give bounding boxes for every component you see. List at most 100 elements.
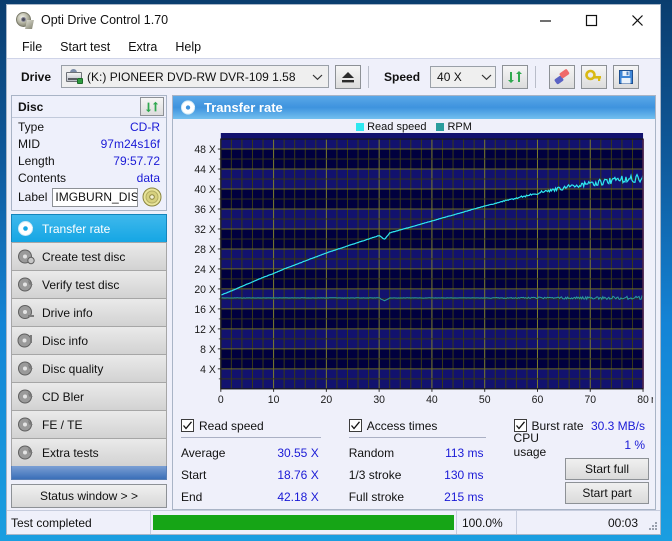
legend-label: RPM [447, 120, 472, 133]
disc-test-icon [17, 220, 37, 238]
menu-item-extra[interactable]: Extra [119, 38, 166, 56]
sidebar-item-disc-quality[interactable]: Disc quality [11, 354, 167, 382]
sidebar-item-label: Drive info [42, 305, 93, 320]
sidebar-item-label: FE / TE [42, 417, 83, 432]
sidebar-item-label: Disc quality [42, 361, 104, 376]
stat-row-third-stroke: 1/3 stroke 130 ms [349, 464, 514, 486]
disc-row-contents: Contents data [12, 169, 166, 186]
disc-row-key: MID [18, 136, 40, 151]
speed-select-value: 40 X [437, 69, 462, 84]
divider [348, 437, 486, 438]
drive-select-value: (K:) PIONEER DVD-RW DVR-109 1.58 [87, 69, 296, 84]
disc-row-key: Contents [18, 170, 67, 185]
read-speed-checkbox-row[interactable]: Read speed [181, 417, 349, 434]
toolbar: Drive (K:) PIONEER DVD-RW DVR-109 1.58 S… [7, 58, 660, 94]
stat-row-average: Average 30.55 X [181, 442, 349, 464]
start-part-button[interactable]: Start part [565, 482, 650, 504]
y-tick-label: 36 X [194, 204, 215, 216]
stat-value: 1 % [624, 438, 646, 452]
stats-panel: Read speed Average 30.55 X Start 18.76 X… [173, 413, 655, 509]
y-tick-label: 20 X [194, 284, 215, 296]
stat-value: 215 ms [444, 490, 484, 504]
key-button[interactable] [581, 64, 608, 89]
start-full-button[interactable]: Start full [565, 458, 650, 480]
disc-refresh-button[interactable] [140, 97, 164, 116]
refresh-button[interactable] [502, 64, 529, 89]
disc-label-input[interactable]: IMGBURN_DIS [52, 187, 138, 207]
divider [181, 437, 321, 438]
status-window-button[interactable]: Status window > > [11, 484, 167, 508]
drive-select[interactable]: (K:) PIONEER DVD-RW DVR-109 1.58 [61, 65, 330, 88]
stat-key: Random [348, 446, 395, 460]
resize-grip-icon[interactable] [646, 511, 660, 534]
disc-row-value: data [136, 170, 160, 185]
speed-select[interactable]: 40 X [430, 65, 497, 88]
menu-item-help[interactable]: Help [166, 38, 210, 56]
drive-icon [66, 69, 84, 84]
sidebar-item-drive-info[interactable]: Drive info [11, 298, 167, 326]
speed-label: Speed [384, 69, 421, 84]
erase-button[interactable] [549, 64, 576, 89]
disc-test-icon [17, 444, 37, 462]
chevron-down-icon [309, 73, 326, 81]
y-tick-label: 8 X [200, 344, 216, 356]
sidebar-item-create-test-disc[interactable]: Create test disc [11, 242, 167, 270]
navigation-list: Transfer rate Create test disc Verify te… [11, 214, 167, 480]
sidebar-item-disc-info[interactable]: Disc info [11, 326, 167, 354]
close-button[interactable] [614, 5, 660, 35]
stat-value: 42.18 X [277, 490, 319, 504]
disc-test-icon [17, 304, 37, 322]
eject-button[interactable] [335, 64, 362, 89]
status-text: Test completed [7, 511, 151, 534]
menu-item-file[interactable]: File [13, 38, 51, 56]
x-tick-label: 80 [637, 394, 649, 406]
sidebar-item-label: Verify test disc [42, 277, 120, 292]
disc-label-row: Label IMGBURN_DIS [12, 186, 166, 210]
disc-test-icon [17, 276, 37, 294]
progress-fill [153, 515, 454, 530]
y-tick-label: 12 X [194, 324, 215, 336]
stat-key: Full stroke [348, 490, 405, 504]
stat-value: 130 ms [444, 468, 484, 482]
panel-title: Transfer rate [204, 100, 283, 115]
sidebar-item-transfer-rate[interactable]: Transfer rate [11, 214, 167, 242]
stat-value: 30.55 X [277, 446, 319, 460]
access-times-checkbox[interactable] [348, 419, 362, 432]
x-tick-label: 30 [373, 394, 385, 406]
save-button[interactable] [613, 64, 640, 89]
sidebar-item-extra-tests[interactable]: Extra tests [11, 438, 167, 466]
drive-label: Drive [21, 69, 52, 84]
burst-rate-value: 30.3 MB/s [590, 418, 646, 433]
disc-row-mid: MID 97m24s16f [12, 135, 166, 152]
menu-item-start-test[interactable]: Start test [51, 38, 119, 56]
maximize-button[interactable] [568, 5, 614, 35]
sidebar-item-label: Transfer rate [42, 221, 111, 236]
y-tick-label: 28 X [194, 244, 215, 256]
x-tick-label: 10 [268, 394, 280, 406]
sidebar-item-label: Disc info [42, 333, 89, 348]
access-times-checkbox-row[interactable]: Access times [348, 417, 514, 434]
sidebar-item-fe-te[interactable]: FE / TE [11, 410, 167, 438]
disc-row-value: 97m24s16f [100, 136, 160, 151]
y-tick-label: 4 X [200, 364, 216, 376]
x-tick-label: 50 [479, 394, 491, 406]
stat-key: 1/3 stroke [348, 468, 402, 482]
disc-row-type: Type CD-R [12, 118, 166, 135]
minimize-button[interactable] [522, 5, 568, 35]
read-speed-label: Read speed [199, 418, 264, 433]
disc-test-icon [17, 388, 37, 406]
cd-disc-icon[interactable] [141, 187, 163, 208]
app-disc-icon [15, 11, 34, 29]
chevron-down-icon [478, 73, 495, 81]
elapsed-time: 00:03 [607, 515, 638, 530]
disc-test-icon [17, 248, 37, 266]
stat-row-cpu-usage: CPU usage 1 % [514, 431, 649, 459]
read-speed-checkbox[interactable] [181, 419, 194, 432]
y-tick-label: 16 X [194, 304, 215, 316]
sidebar-item-cd-bler[interactable]: CD Bler [11, 382, 167, 410]
legend-swatch [356, 122, 365, 131]
y-tick-label: 32 X [194, 224, 215, 236]
sidebar-item-verify-test-disc[interactable]: Verify test disc [11, 270, 167, 298]
burst-rate-stats: Burst rate 30.3 MB/s CPU usage 1 % Start… [513, 417, 650, 507]
legend-item-rpm: RPM [436, 120, 472, 133]
